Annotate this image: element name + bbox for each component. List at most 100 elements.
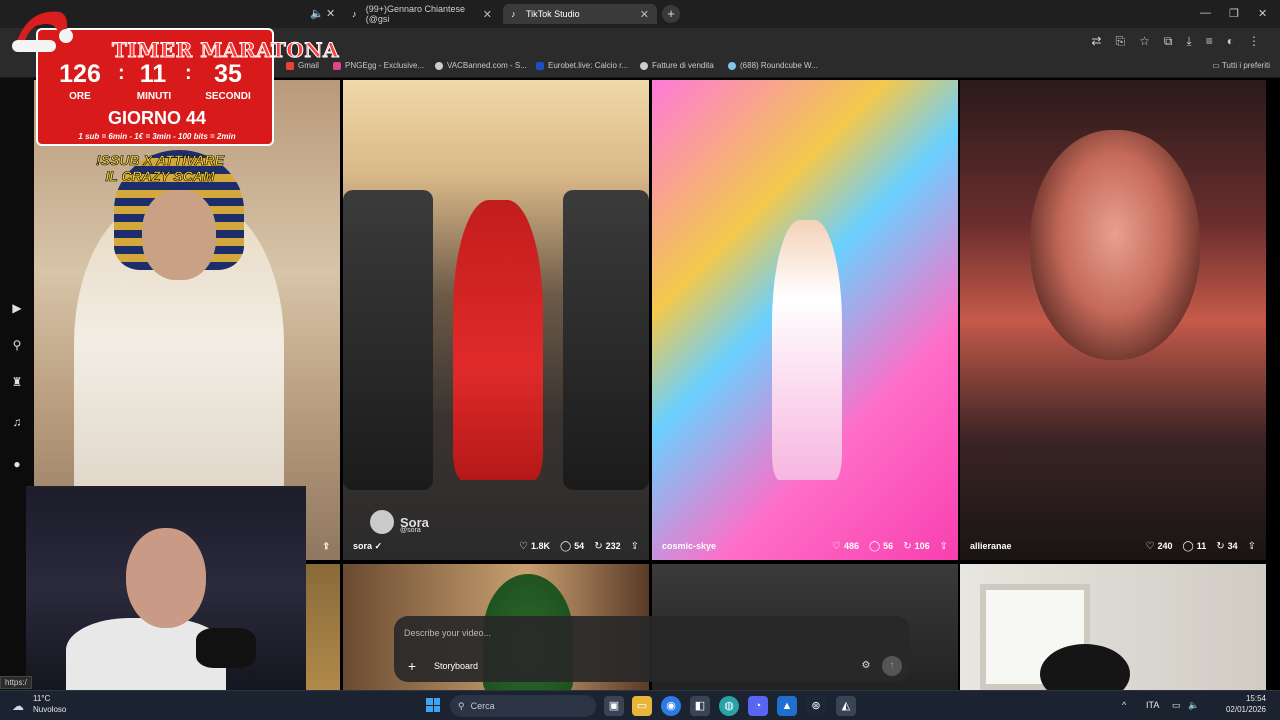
task-view-icon[interactable]: ▣	[604, 696, 624, 716]
remixes-count: 106	[914, 541, 930, 551]
storyboard-button[interactable]: Storyboard	[428, 658, 484, 674]
bookmark-roundcube[interactable]: (688) Roundcube W...	[728, 61, 818, 70]
remix-icon: ↻	[903, 540, 912, 552]
bookmark-fatture[interactable]: Fatture di vendita	[640, 61, 714, 70]
gmail-icon	[286, 61, 294, 70]
share-button[interactable]: ⇪	[1248, 541, 1256, 552]
likes[interactable]: ♡ 1.8K	[519, 541, 550, 552]
video-card-room[interactable]	[960, 564, 1266, 690]
bookmark-label: Eurobet.live: Calcio r...	[548, 61, 629, 70]
install-icon[interactable]: ⎘	[1115, 34, 1125, 49]
bookmark-gmail[interactable]: Gmail	[286, 61, 319, 70]
chrome-icon[interactable]: ◉	[661, 696, 681, 716]
settings-icon[interactable]: ⚙	[858, 658, 874, 674]
status-url: https:/	[0, 676, 32, 689]
language-indicator[interactable]: ITA	[1146, 700, 1159, 710]
timer-separator: :	[118, 62, 125, 84]
comments[interactable]: ◯ 56	[869, 541, 893, 552]
trophy-icon[interactable]: ♜	[9, 374, 25, 390]
bookmark-eurobet[interactable]: Eurobet.live: Calcio r...	[536, 61, 628, 70]
comments[interactable]: ◯ 54	[560, 541, 584, 552]
bell-icon[interactable]: ♫	[9, 414, 25, 430]
send-button[interactable]: ↑	[882, 656, 902, 676]
video-card-allieranae[interactable]: allieranae ♡ 240 ◯ 11 ↻ 34 ⇪	[960, 80, 1266, 560]
search-icon[interactable]: ⚲	[9, 337, 25, 353]
remix-icon: ↻	[594, 540, 603, 552]
download-icon[interactable]: ⤓	[1186, 34, 1191, 49]
timer-rates: 1 sub = 6min - 1€ = 3min - 100 bits = 2m…	[78, 132, 236, 141]
comments-count: 54	[574, 541, 585, 551]
network-icon[interactable]: ▭	[1172, 700, 1181, 711]
start-button[interactable]	[426, 698, 440, 712]
share-button[interactable]: ⇪	[631, 541, 639, 552]
eurobet-icon	[536, 61, 544, 70]
comments[interactable]: ◯ 11	[1182, 541, 1206, 552]
video-icon[interactable]: ▶	[9, 300, 25, 316]
minimize-icon[interactable]: —	[1200, 7, 1211, 19]
weather-temp: 11°C	[33, 694, 51, 703]
video-card-partial[interactable]	[306, 564, 340, 690]
remixes[interactable]: ↻ 106	[903, 541, 929, 552]
timer-minutes: 11	[139, 60, 167, 88]
username-text: sora	[353, 540, 373, 551]
profile-icon[interactable]: ◐	[1227, 34, 1234, 49]
close-icon[interactable]: ✕	[640, 8, 649, 21]
face	[142, 190, 216, 280]
timer-hours-label: ORE	[69, 91, 91, 102]
close-window-icon[interactable]: ✕	[1258, 7, 1267, 20]
bookmark-label: (688) Roundcube W...	[740, 61, 818, 70]
username[interactable]: sora ✓	[353, 541, 509, 552]
file-explorer-icon[interactable]: ▭	[632, 696, 652, 716]
app-icon[interactable]: ◭	[836, 696, 856, 716]
weather-desc: Nuvoloso	[33, 705, 67, 714]
avatar[interactable]: ●	[9, 456, 25, 472]
menu-icon[interactable]: ⋮	[1248, 34, 1260, 49]
cloud-icon[interactable]: ☁	[12, 699, 24, 713]
video-card-sora[interactable]: sora ✓ ♡ 1.8K ◯ 54 ↻ 232 ⇪	[343, 80, 649, 560]
share-icon: ⇪	[630, 540, 639, 552]
app-icon[interactable]: ▲	[777, 696, 797, 716]
bookmark-vacbanned[interactable]: VACBanned.com - S...	[435, 61, 527, 70]
screen: 🔈 ✕ ♪ (99+)Gennaro Chiantese (@gsi ✕ ♪ T…	[0, 0, 1280, 720]
comment-icon: ◯	[559, 540, 572, 552]
share-icon[interactable]: ⇪	[322, 541, 330, 552]
volume-icon[interactable]: 🔈	[1188, 700, 1199, 711]
likes[interactable]: ♡ 486	[832, 541, 859, 552]
clock-date[interactable]: 02/01/2026	[1226, 705, 1266, 714]
crowd-left	[343, 190, 433, 490]
remixes[interactable]: ↻ 232	[594, 541, 620, 552]
new-tab-button[interactable]: +	[662, 5, 680, 23]
share-button[interactable]: ⇪	[940, 541, 948, 552]
timer-seconds: 35	[214, 60, 242, 88]
extensions-icon[interactable]: ⧉	[1164, 34, 1173, 49]
app-icon[interactable]: ◍	[719, 696, 739, 716]
globe-icon	[640, 61, 648, 70]
chevron-up-icon[interactable]: ^	[1122, 700, 1126, 710]
all-bookmarks[interactable]: ▭ Tutti i preferiti	[1212, 61, 1270, 70]
maximize-icon[interactable]: ❐	[1229, 7, 1239, 20]
bookmark-pngegg[interactable]: PNGEgg - Exclusive...	[333, 61, 424, 70]
clock-time[interactable]: 15:54	[1246, 694, 1266, 703]
app-icon[interactable]: ◧	[690, 696, 710, 716]
taskbar-search[interactable]: ⚲ Cerca	[450, 695, 596, 717]
star-icon[interactable]: ☆	[1139, 34, 1150, 49]
username[interactable]: cosmic-skye	[662, 541, 822, 551]
card-footer: cosmic-skye ♡ 486 ◯ 56 ↻ 106 ⇪	[652, 532, 958, 560]
remixes[interactable]: ↻ 34	[1216, 541, 1237, 552]
tab-tiktok-studio[interactable]: ♪ TikTok Studio ✕	[503, 4, 657, 24]
remixes-count: 34	[1227, 541, 1238, 551]
steam-icon[interactable]: ⊛	[806, 696, 826, 716]
video-card-cosmic-skye[interactable]: cosmic-skye ♡ 486 ◯ 56 ↻ 106 ⇪	[652, 80, 958, 560]
mute-icon[interactable]: 🔈	[310, 7, 324, 20]
globe-icon	[435, 61, 443, 70]
translate-icon[interactable]: ⇄	[1091, 34, 1101, 49]
username[interactable]: allieranae	[970, 541, 1135, 551]
tab-gennaro[interactable]: ♪ (99+)Gennaro Chiantese (@gsi ✕	[344, 4, 500, 24]
media-icon[interactable]: ≡	[1206, 34, 1213, 49]
add-icon[interactable]: +	[404, 658, 420, 674]
close-tab-icon[interactable]: ✕	[326, 7, 335, 20]
likes[interactable]: ♡ 240	[1145, 541, 1172, 552]
close-icon[interactable]: ✕	[483, 8, 492, 21]
discord-icon[interactable]: ◔	[748, 696, 768, 716]
prompt-input[interactable]: Describe your video...	[404, 628, 491, 638]
